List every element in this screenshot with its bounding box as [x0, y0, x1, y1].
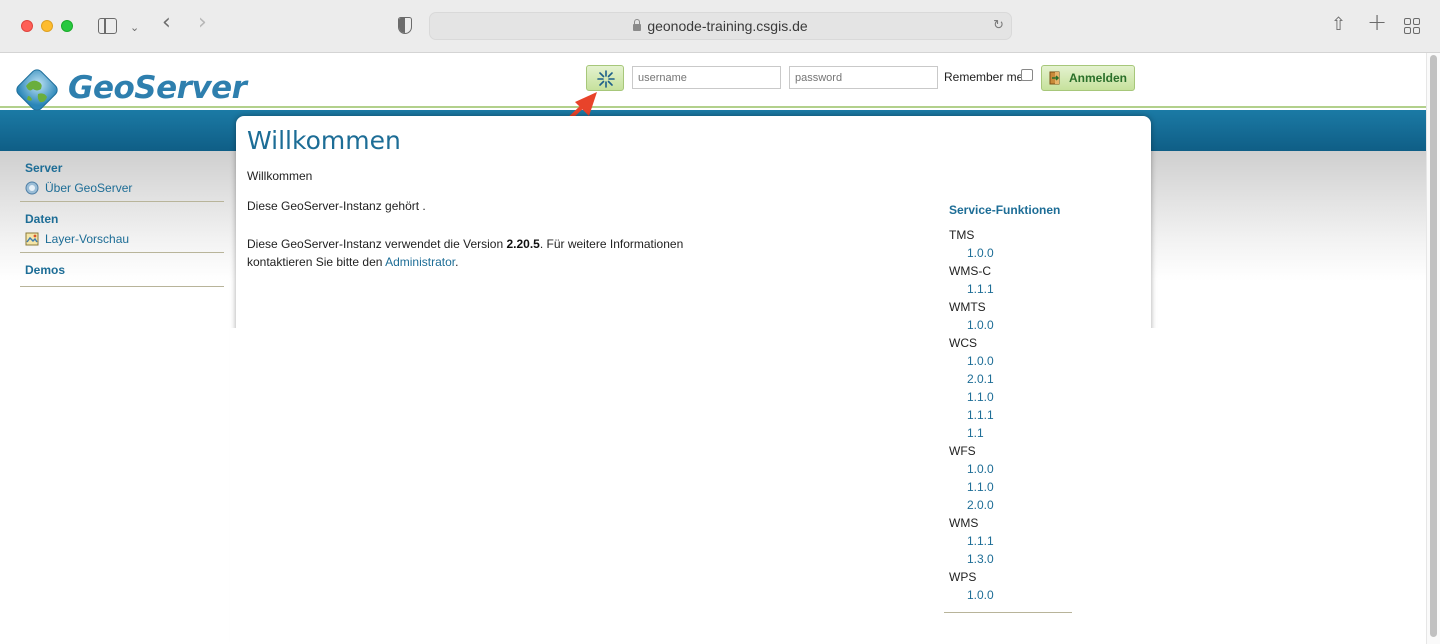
service-version-link[interactable]: 1.1.1	[944, 406, 1072, 424]
page-subtitle: Willkommen	[247, 169, 313, 183]
back-icon[interactable]: ‹	[162, 12, 171, 34]
service-version-link[interactable]: 1.3.0	[944, 550, 1072, 568]
service-name: WMS	[949, 516, 979, 530]
service-name: WCS	[949, 336, 977, 350]
sidebar-nav: Server Über GeoServer Daten Layer-Vorsch…	[20, 158, 224, 287]
geoserver-logo[interactable]: GeoServer	[12, 64, 247, 116]
service-version-link[interactable]: 1.0.0	[944, 244, 1072, 262]
info-icon	[25, 181, 39, 195]
password-input[interactable]	[789, 66, 938, 89]
layer-preview-icon	[25, 232, 39, 246]
page-content: GeoServer Remember me Anmelden Server	[0, 53, 1440, 644]
service-name: WMS-C	[949, 264, 991, 278]
service-name: WMTS	[949, 300, 986, 314]
url-text: geonode-training.csgis.de	[647, 18, 808, 34]
nav-heading-demos[interactable]: Demos	[25, 263, 219, 277]
login-button-label: Anmelden	[1069, 71, 1128, 85]
service-functions: Service-Funktionen TMS 1.0.0 WMS-C 1.1.1…	[944, 203, 1072, 613]
owner-text: Diese GeoServer-Instanz gehört .	[247, 199, 426, 213]
service-version-link[interactable]: 1.1	[944, 424, 1072, 442]
service-name: TMS	[949, 228, 975, 242]
nav-item-label: Über GeoServer	[45, 181, 133, 195]
scrollbar[interactable]	[1426, 53, 1440, 644]
service-version-link[interactable]: 2.0.0	[944, 496, 1072, 514]
service-name: WFS	[949, 444, 976, 458]
version-text: Diese GeoServer-Instanz verwendet die Ve…	[247, 235, 707, 271]
nav-section-daten: Daten Layer-Vorschau	[20, 209, 224, 253]
service-version-link[interactable]: 2.0.1	[944, 370, 1072, 388]
chevron-down-icon[interactable]: ⌄	[130, 18, 139, 38]
browser-toolbar: ⌄ ‹ › geonode-training.csgis.de ↻ ⇧ +	[0, 0, 1440, 53]
page-title: Willkommen	[247, 126, 401, 155]
close-window-button[interactable]	[21, 20, 33, 32]
scrollbar-thumb[interactable]	[1430, 55, 1437, 637]
reload-icon[interactable]: ↻	[993, 18, 1004, 33]
tab-overview-icon[interactable]	[1404, 18, 1420, 34]
version-number: 2.20.5	[506, 237, 540, 251]
service-version-link[interactable]: 1.0.0	[944, 460, 1072, 478]
nav-heading-daten: Daten	[25, 212, 59, 226]
nav-section-demos: Demos	[20, 260, 224, 287]
version-end: .	[455, 255, 459, 269]
service-version-link[interactable]: 1.1.1	[944, 532, 1072, 550]
version-prefix: Diese GeoServer-Instanz verwendet die Ve…	[247, 237, 507, 251]
logo-text: GeoServer	[68, 70, 247, 106]
remember-me-label: Remember me	[944, 70, 1024, 84]
username-input[interactable]	[632, 66, 781, 89]
nav-heading-server: Server	[25, 161, 63, 175]
nav-item-label: Layer-Vorschau	[45, 232, 130, 246]
remember-me-checkbox[interactable]	[1021, 69, 1033, 81]
zoom-window-button[interactable]	[61, 20, 73, 32]
address-bar[interactable]: geonode-training.csgis.de ↻	[429, 12, 1012, 40]
nav-section-server: Server Über GeoServer	[20, 158, 224, 202]
geoserver-globe-icon	[16, 69, 58, 111]
login-button[interactable]: Anmelden	[1041, 65, 1135, 91]
lock-icon	[633, 19, 642, 31]
administrator-link[interactable]: Administrator	[385, 255, 455, 269]
service-version-link[interactable]: 1.0.0	[944, 352, 1072, 370]
service-version-link[interactable]: 1.1.1	[944, 280, 1072, 298]
new-tab-icon[interactable]: +	[1367, 10, 1387, 34]
minimize-window-button[interactable]	[41, 20, 53, 32]
service-version-link[interactable]: 1.0.0	[944, 316, 1072, 334]
service-name: WPS	[949, 570, 977, 584]
sidebar-icon[interactable]	[98, 18, 117, 34]
login-door-icon	[1049, 71, 1060, 85]
nav-item-about-geoserver[interactable]: Über GeoServer	[25, 181, 219, 195]
shield-icon[interactable]	[398, 17, 412, 34]
service-functions-heading: Service-Funktionen	[949, 203, 1061, 217]
service-version-link[interactable]: 1.0.0	[944, 586, 1072, 604]
service-version-link[interactable]: 1.1.0	[944, 388, 1072, 406]
forward-icon[interactable]: ›	[198, 12, 207, 34]
share-icon[interactable]: ⇧	[1331, 15, 1346, 35]
service-version-link[interactable]: 1.1.0	[944, 478, 1072, 496]
nav-item-layer-preview[interactable]: Layer-Vorschau	[25, 232, 219, 246]
